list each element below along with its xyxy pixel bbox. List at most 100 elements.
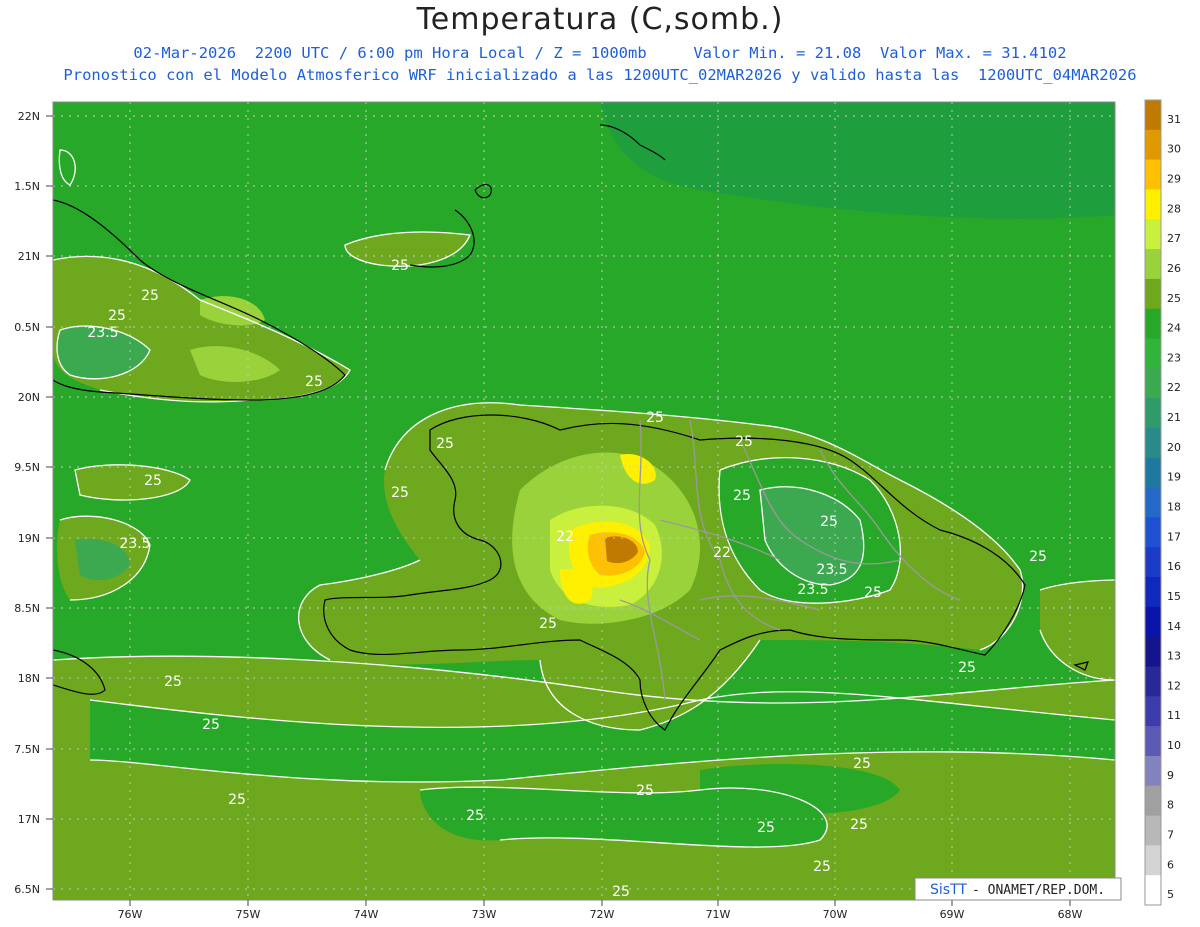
colorbar-swatch [1145, 427, 1161, 459]
colorbar-swatch [1145, 338, 1161, 369]
colorbar: 31 30 29 28 27 26 25 24 23 22 21 20 19 18 17 16 15 14 13 12… [1144, 99, 1181, 906]
colorbar-swatch [1145, 219, 1161, 250]
contour-value-label: 23.5 [797, 582, 828, 598]
latitude-axis: 22N 1.5N 21N 0.5N 20N 9.5N 19N 8.5N 18N 7.5N 17N 6.… [14, 110, 53, 896]
colorbar-label: 19 [1167, 471, 1181, 484]
longitude-tick-label: 76W [118, 908, 143, 921]
colorbar-swatch [1145, 308, 1161, 340]
latitude-tick-label: 0.5N [14, 321, 40, 334]
contour-value-label: 22 [713, 545, 731, 561]
latitude-tick-label: 17N [18, 813, 40, 826]
latitude-tick-label: 22N [18, 110, 40, 123]
colorbar-label: 13 [1167, 650, 1181, 663]
temperature-map: 252523.52525252523.5252525252523.5222225… [14, 99, 1181, 921]
contour-value-label: 25 [202, 717, 220, 733]
colorbar-label: 5 [1167, 888, 1174, 901]
colorbar-label: 16 [1167, 560, 1181, 573]
colorbar-swatch [1145, 249, 1161, 280]
contour-value-label: 25 [228, 792, 246, 808]
colorbar-swatch [1145, 368, 1161, 399]
colorbar-swatch [1145, 457, 1161, 489]
colorbar-label: 25 [1167, 292, 1181, 305]
colorbar-swatch [1145, 696, 1161, 727]
colorbar-label: 7 [1167, 828, 1174, 841]
contour-value-label: 25 [144, 473, 162, 489]
longitude-tick-label: 75W [236, 908, 261, 921]
colorbar-label: 12 [1167, 679, 1181, 692]
contour-value-label: 25 [820, 514, 838, 530]
latitude-tick-label: 18N [18, 672, 40, 685]
contour-value-label: 25 [164, 674, 182, 690]
colorbar-swatch [1145, 189, 1161, 220]
latitude-tick-label: 21N [18, 250, 40, 263]
colorbar-label: 23 [1167, 351, 1181, 364]
contour-value-label: 25 [864, 585, 882, 601]
colorbar-label: 8 [1167, 799, 1174, 812]
colorbar-label: 30 [1167, 143, 1181, 156]
latitude-tick-label: 6.5N [14, 883, 40, 896]
map-field [53, 102, 1115, 900]
longitude-tick-label: 72W [590, 908, 615, 921]
colorbar-label: 18 [1167, 501, 1181, 514]
colorbar-label: 15 [1167, 590, 1181, 603]
colorbar-label: 17 [1167, 530, 1181, 543]
colorbar-swatch [1145, 278, 1161, 310]
longitude-tick-label: 74W [354, 908, 379, 921]
contour-value-label: 25 [636, 783, 654, 799]
colorbar-label: 29 [1167, 173, 1181, 186]
colorbar-label: 11 [1167, 709, 1181, 722]
contour-value-label: 25 [853, 756, 871, 772]
latitude-tick-label: 20N [18, 391, 40, 404]
colorbar-swatch [1145, 785, 1161, 817]
latitude-tick-label: 19N [18, 532, 40, 545]
longitude-axis: 76W 75W 74W 73W 72W 71W 70W 69W 68W [118, 900, 1083, 921]
latitude-tick-label: 7.5N [14, 743, 40, 756]
contour-value-label: 25 [850, 817, 868, 833]
colorbar-swatch [1145, 845, 1161, 876]
colorbar-swatch [1145, 875, 1161, 906]
colorbar-label: 27 [1167, 232, 1181, 245]
colorbar-swatch [1145, 726, 1161, 757]
contour-value-label: 25 [436, 436, 454, 452]
contour-value-label: 25 [141, 288, 159, 304]
contour-value-label: 25 [813, 859, 831, 875]
latitude-tick-label: 1.5N [14, 180, 40, 193]
longitude-tick-label: 70W [823, 908, 848, 921]
contour-value-label: 25 [612, 884, 630, 900]
longitude-tick-label: 68W [1058, 908, 1083, 921]
colorbar-swatch [1145, 398, 1161, 429]
contour-value-label: 25 [391, 485, 409, 501]
contour-value-label: 25 [391, 258, 409, 274]
colorbar-swatch [1145, 487, 1161, 518]
colorbar-label: 20 [1167, 441, 1181, 454]
contour-value-label: 25 [108, 308, 126, 324]
contour-value-label: 23.5 [816, 562, 847, 578]
colorbar-swatch [1145, 755, 1161, 787]
colorbar-swatch [1145, 636, 1161, 667]
contour-value-label: 25 [757, 820, 775, 836]
colorbar-label: 10 [1167, 739, 1181, 752]
contour-value-label: 23.5 [87, 325, 118, 341]
contour-value-label: 25 [646, 410, 664, 426]
contour-value-label: 25 [733, 488, 751, 504]
contour-value-label: 25 [539, 616, 557, 632]
contour-value-label: 25 [466, 808, 484, 824]
colorbar-label: 26 [1167, 262, 1181, 275]
contour-value-label: 25 [735, 434, 753, 450]
longitude-tick-label: 71W [706, 908, 731, 921]
contour-value-label: 22 [556, 529, 574, 545]
longitude-tick-label: 73W [472, 908, 497, 921]
colorbar-swatch [1145, 577, 1161, 608]
colorbar-swatch [1145, 159, 1161, 190]
colorbar-label: 9 [1167, 769, 1174, 782]
colorbar-label: 28 [1167, 202, 1181, 215]
colorbar-swatch [1145, 666, 1161, 697]
latitude-tick-label: 9.5N [14, 461, 40, 474]
contour-value-label: 23.5 [119, 536, 150, 552]
colorbar-swatch [1145, 606, 1161, 638]
latitude-tick-label: 8.5N [14, 602, 40, 615]
credit-text: - ONAMET/REP.DOM. [972, 883, 1105, 898]
contour-value-label: 25 [958, 660, 976, 676]
colorbar-label: 14 [1167, 620, 1181, 633]
colorbar-label: 21 [1167, 411, 1181, 424]
